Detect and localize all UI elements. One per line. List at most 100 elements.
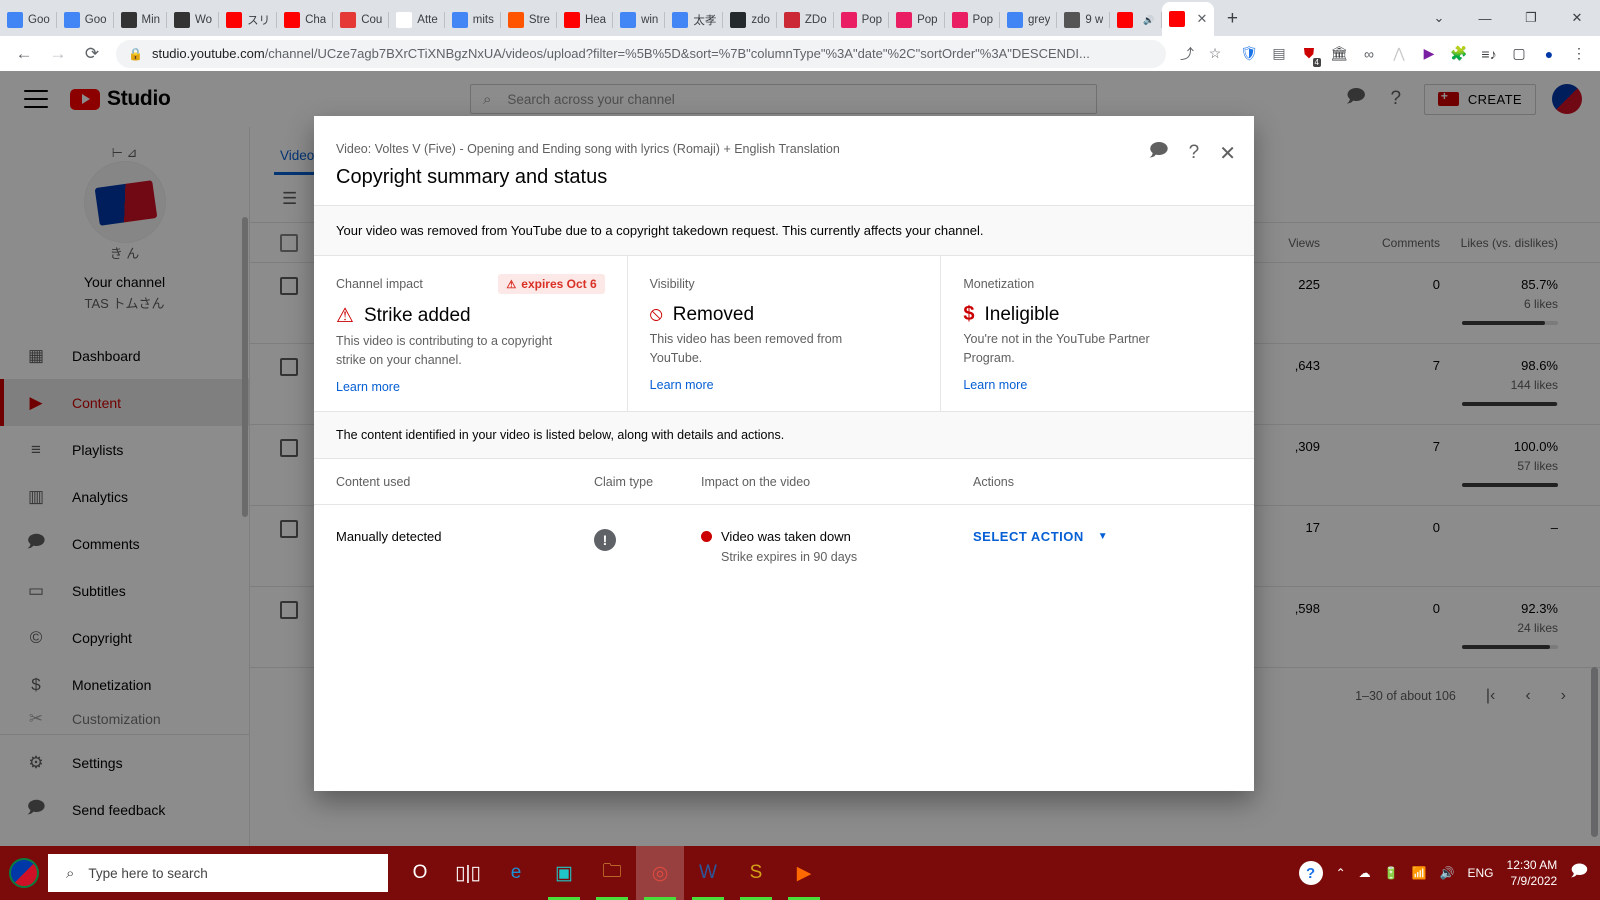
new-tab-button[interactable]: + <box>1218 5 1246 33</box>
task-view-icon[interactable]: ▯|▯ <box>444 846 492 900</box>
maximize-button[interactable]: ❐ <box>1508 2 1554 34</box>
battery-charging-icon[interactable]: 🔋 <box>1384 866 1399 880</box>
youtube-icon <box>563 12 580 28</box>
browser-tab[interactable]: ✕ <box>1161 2 1215 36</box>
task-view-icon-glyph: ▯|▯ <box>455 862 481 884</box>
video-player-icon[interactable]: ▶ <box>780 846 828 900</box>
browser-tab[interactable]: win <box>613 4 666 36</box>
playlist-extension-icon[interactable]: ≡♪ <box>1476 41 1502 67</box>
google-docs-icon <box>7 12 23 28</box>
browser-tab[interactable]: 🔊 <box>1110 4 1162 36</box>
microsoft-edge-icon-glyph: e <box>510 862 522 883</box>
status-card-title: Strike added <box>363 304 471 326</box>
browser-tab[interactable]: Goo <box>57 4 114 36</box>
microsoft-edge-icon[interactable]: e <box>492 846 540 900</box>
minimize-button[interactable]: — <box>1462 2 1508 34</box>
speaker-icon[interactable]: 🔊 <box>1440 866 1455 880</box>
browser-tab[interactable]: Pop <box>945 4 1001 36</box>
show-hidden-icons-icon[interactable]: ⌃ <box>1336 866 1346 880</box>
browser-tab[interactable]: スリ <box>219 4 278 36</box>
browser-tab-label: Atte <box>417 14 438 26</box>
help-question-icon[interactable]: ? <box>1298 861 1323 885</box>
browser-tab[interactable]: grey <box>1000 4 1058 36</box>
close-icon[interactable]: ✕ <box>1219 141 1236 166</box>
impact-sub-text: Strike expires in 90 days <box>721 550 858 564</box>
browser-tab[interactable]: Cou <box>333 4 390 36</box>
browser-tab[interactable]: Goo <box>0 4 57 36</box>
select-action-button[interactable]: SELECT ACTION ▼ <box>973 529 1173 544</box>
browser-tab[interactable]: Hea <box>557 4 614 36</box>
browser-tab[interactable]: ZDo <box>777 4 834 36</box>
info-exclamation-icon[interactable]: ! <box>594 529 616 551</box>
share-icon[interactable]: ⤴ <box>1174 41 1200 67</box>
link-extension-icon[interactable]: ∞ <box>1356 41 1382 67</box>
browser-tab-label: Pop <box>917 14 938 26</box>
window-controls: ⌄ — ❐ ✕ <box>1416 0 1600 36</box>
browser-tab[interactable]: Pop <box>889 4 945 36</box>
sketchup-icon[interactable]: S <box>732 846 780 900</box>
url-text: studio.youtube.com/channel/UCze7agb7BXrC… <box>152 46 1090 61</box>
browser-tab[interactable]: 太孝 <box>665 4 724 36</box>
google-chrome-icon[interactable]: ◎ <box>636 846 684 900</box>
media-player-extension-icon[interactable]: ▶ <box>1416 41 1442 67</box>
media-app-icon[interactable]: ▣ <box>540 846 588 900</box>
browser-tab[interactable]: Atte <box>389 4 445 36</box>
wifi-icon[interactable]: 📶 <box>1412 866 1427 880</box>
status-card-status: ⚠ Strike added <box>336 303 605 328</box>
status-card-label: Monetization <box>963 277 1035 291</box>
browser-tab[interactable]: Wo <box>167 4 220 36</box>
shield-extension-icon[interactable]: 🛡 <box>1236 41 1262 67</box>
file-explorer-icon[interactable]: 🗀 <box>588 846 636 900</box>
tray-language[interactable]: ENG <box>1468 866 1494 880</box>
cell-content-used: Manually detected <box>336 529 442 544</box>
browser-tab[interactable]: Min <box>114 4 168 36</box>
bank-extension-icon[interactable]: 🏛 <box>1326 41 1352 67</box>
tab-list-button[interactable]: ⌄ <box>1416 2 1462 34</box>
learn-more-link[interactable]: Learn more <box>336 380 400 394</box>
browser-tab[interactable]: mits <box>445 4 501 36</box>
address-bar[interactable]: 🔒 studio.youtube.com/channel/UCze7agb7BX… <box>116 39 1166 68</box>
ublock-extension-icon[interactable]: ⛊ 4 <box>1296 41 1322 67</box>
close-window-button[interactable]: ✕ <box>1554 2 1600 34</box>
status-card-monetization: Monetization $ Ineligible You're not in the… <box>940 256 1254 411</box>
report-flag-icon[interactable]: 🗩 <box>1149 138 1169 168</box>
mountain-extension-icon[interactable]: ⋀ <box>1386 41 1412 67</box>
browser-tab[interactable]: Cha <box>277 4 334 36</box>
browser-tab-label: Hea <box>584 14 607 26</box>
youtube-icon <box>284 12 301 28</box>
learn-more-link[interactable]: Learn more <box>963 378 1027 392</box>
impact-main-row: Video was taken down <box>701 529 973 544</box>
windows-start-icon[interactable] <box>0 846 48 900</box>
back-button[interactable]: ← <box>8 40 40 68</box>
url-path: /channel/UCze7agb7BXrCTiXNBgzNxUA/videos… <box>264 46 1090 61</box>
close-tab-icon[interactable]: ✕ <box>1197 11 1208 27</box>
learn-more-link[interactable]: Learn more <box>650 378 714 392</box>
help-circle-icon[interactable]: ? <box>1189 142 1200 164</box>
lock-icon: 🔒 <box>128 46 143 61</box>
copy-extension-icon[interactable]: ▤ <box>1266 41 1292 67</box>
profile-avatar-icon[interactable]: ● <box>1536 41 1562 67</box>
browser-tab[interactable]: Pop <box>834 4 890 36</box>
browser-tab[interactable]: Stre <box>501 4 557 36</box>
reload-button[interactable]: ⟳ <box>76 40 108 68</box>
action-center-icon[interactable]: 🗩 <box>1570 860 1588 887</box>
chrome-menu-icon[interactable]: ⋮ <box>1566 41 1592 67</box>
tray-clock[interactable]: 12:30 AM 7/9/2022 <box>1507 857 1558 889</box>
browser-tab[interactable]: zdo <box>723 4 777 36</box>
cortana-icon[interactable]: O <box>396 846 444 900</box>
sidepanel-icon[interactable]: ▢ <box>1506 41 1532 67</box>
status-card-status: ⦸ Removed <box>650 303 919 326</box>
dialog-note: The content identified in your video is … <box>314 411 1254 459</box>
star-icon[interactable]: ☆ <box>1202 41 1228 67</box>
browser-tab-label: Goo <box>84 14 107 26</box>
puzzle-extensions-icon[interactable]: 🧩 <box>1446 41 1472 67</box>
taskbar-search-input[interactable]: ⌕ Type here to search <box>48 854 388 892</box>
status-badge-label: expires Oct 6 <box>521 277 597 291</box>
tab-audio-icon[interactable]: 🔊 <box>1143 15 1154 26</box>
web-page: Studio ⌕ Search across your channel 🗩 ? … <box>0 71 1600 846</box>
forward-button[interactable]: → <box>42 40 74 68</box>
onedrive-paused-icon[interactable]: ☁ <box>1359 866 1371 880</box>
browser-tab[interactable]: 9 w <box>1057 4 1111 36</box>
microsoft-word-icon[interactable]: W <box>684 846 732 900</box>
status-dot-red <box>701 531 712 542</box>
